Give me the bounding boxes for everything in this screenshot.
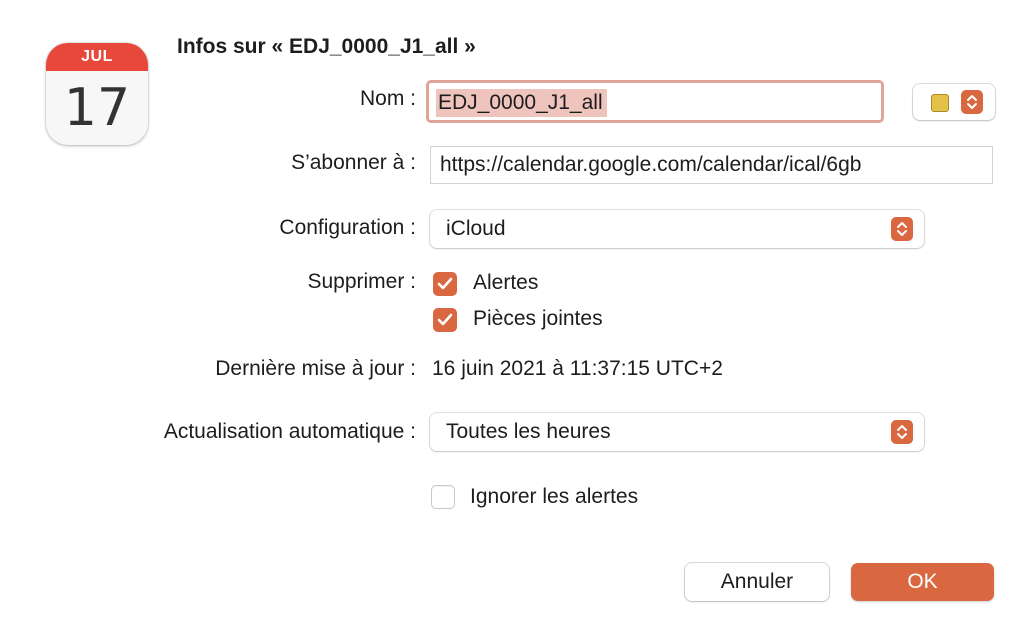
auto-refresh-value: Toutes les heures [446,420,611,443]
checkmark-icon [437,277,453,290]
configuration-value: iCloud [446,217,506,240]
alerts-checkbox[interactable] [433,272,457,296]
ok-button[interactable]: OK [851,563,994,601]
cancel-button[interactable]: Annuler [685,563,829,601]
ignore-alerts-label: Ignorer les alertes [470,485,639,508]
subscribe-label: S’abonner à : [291,151,416,174]
ignore-alerts-checkbox[interactable] [431,485,455,509]
configuration-label: Configuration : [279,216,416,239]
checkmark-icon [437,313,453,326]
auto-refresh-popup[interactable]: Toutes les heures [430,413,924,451]
app-icon-month: JUL [46,43,148,71]
calendar-color-picker[interactable] [913,84,995,120]
last-update-value: 16 juin 2021 à 11:37:15 UTC+2 [432,357,723,380]
attachments-checkbox[interactable] [433,308,457,332]
dialog-title: Infos sur « EDJ_0000_J1_all » [177,35,476,58]
name-label: Nom : [359,87,416,110]
configuration-popup[interactable]: iCloud [430,210,924,248]
alerts-label: Alertes [473,271,539,294]
name-field[interactable]: EDJ_0000_J1_all [426,80,884,123]
chevron-up-down-icon [891,420,913,444]
delete-label: Supprimer : [307,270,416,293]
color-swatch [931,94,949,112]
attachments-label: Pièces jointes [473,307,603,330]
auto-refresh-label: Actualisation automatique : [163,420,416,443]
calendar-app-icon: JUL 17 [46,43,148,145]
last-update-label: Dernière mise à jour : [215,357,416,380]
chevron-up-down-icon [891,217,913,241]
name-field-value: EDJ_0000_J1_all [436,89,607,117]
chevron-up-down-icon [961,90,983,114]
app-icon-day: 17 [63,78,131,138]
subscribe-url-field[interactable]: https://calendar.google.com/calendar/ica… [430,146,993,184]
